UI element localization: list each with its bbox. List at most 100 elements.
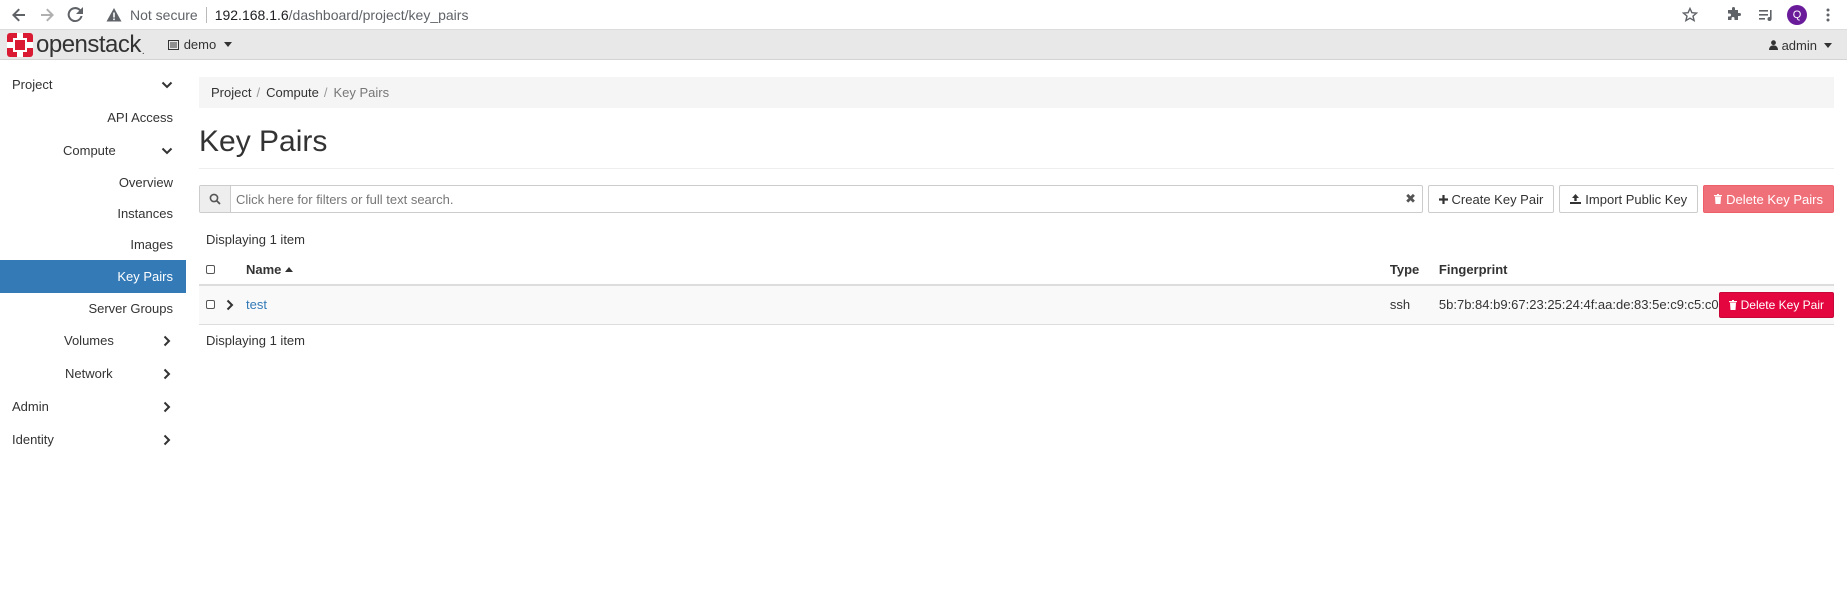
url-path: /dashboard/project/key_pairs [288,6,469,23]
import-public-key-button[interactable]: Import Public Key [1559,185,1699,213]
name-column-header[interactable]: Name [246,255,1390,286]
sidebar-item-project[interactable]: Project [0,68,186,101]
row-expand-cell [225,285,246,325]
name-header-label: Name [246,262,282,277]
sidebar-item-label: Network [65,366,113,381]
displaying-count-footer: Displaying 1 item [206,332,305,348]
search-input[interactable] [231,186,1400,212]
media-queue-icon[interactable] [1755,4,1777,26]
openstack-logo-icon [7,32,33,57]
chevron-right-icon[interactable] [225,299,235,311]
key-pairs-table: Name Type Fingerprint test ssh 5b:7b:84:… [199,255,1834,325]
row-type-cell: ssh [1389,285,1439,325]
sidebar-item-label: Admin [12,399,49,414]
star-icon[interactable] [1679,4,1701,26]
sidebar-item-compute[interactable]: Compute [0,134,186,167]
actions-column-header [1718,255,1834,286]
table-header-row: Name Type Fingerprint [199,255,1834,286]
fingerprint-header-label: Fingerprint [1438,262,1508,277]
main-content: Project / Compute / Key Pairs Key Pairs … [186,60,1847,607]
delete-key-pair-label: Delete Key Pair [1740,297,1824,312]
project-switcher[interactable]: demo [167,37,233,52]
sidebar-item-identity[interactable]: Identity [0,423,186,456]
sidebar-item-images[interactable]: Images [0,229,186,260]
caret-down-icon [224,42,233,47]
row-name-cell: test [246,285,1390,325]
type-header-label: Type [1389,262,1420,277]
create-key-pair-button[interactable]: Create Key Pair [1427,185,1555,213]
sidebar-item-server-groups[interactable]: Server Groups [0,293,186,324]
sidebar-item-overview[interactable]: Overview [0,167,186,198]
kebab-menu-icon[interactable] [1817,4,1839,26]
import-public-key-label: Import Public Key [1585,191,1688,207]
url-host: 192.168.1.6 [214,6,289,23]
app-header: openstack. demo admin [0,30,1847,60]
chevron-right-icon [163,368,171,379]
logo-dot: . [141,45,145,57]
row-fingerprint-cell: 5b:7b:84:b9:67:23:25:24:4f:aa:de:83:5e:c… [1438,285,1719,325]
trash-icon [1714,194,1723,204]
sidebar-item-label: Instances [117,206,173,221]
table-toolbar: ✖ Create Key Pair Import Public Key Dele… [199,185,1834,213]
sidebar-item-label: API Access [107,110,173,125]
chevron-right-icon [163,335,171,346]
sidebar-item-admin[interactable]: Admin [0,390,186,423]
breadcrumb-compute[interactable]: Compute [266,85,319,100]
sidebar-item-instances[interactable]: Instances [0,198,186,229]
security-label: Not secure [130,6,198,23]
extensions-icon[interactable] [1723,4,1745,26]
user-icon [1768,40,1778,50]
sidebar-item-label: Project [12,77,53,92]
sidebar-item-label: Key Pairs [117,269,173,284]
select-all-checkbox[interactable] [206,265,215,274]
type-column-header: Type [1389,255,1439,286]
browser-toolbar: Not secure 192.168.1.6/dashboard/project… [0,0,1847,30]
breadcrumb: Project / Compute / Key Pairs [199,77,1834,108]
delete-key-pairs-button[interactable]: Delete Key Pairs [1703,185,1834,213]
user-menu[interactable]: admin [1768,30,1832,60]
sidebar-item-key-pairs[interactable]: Key Pairs [0,260,186,293]
create-key-pair-label: Create Key Pair [1451,191,1544,207]
profile-avatar[interactable]: Q [1787,5,1807,25]
warning-icon [106,7,122,21]
chevron-down-icon [161,147,173,154]
delete-key-pairs-label: Delete Key Pairs [1726,191,1823,207]
sidebar-item-volumes[interactable]: Volumes [0,324,186,357]
chevron-down-icon [161,81,173,88]
search-icon [200,186,231,212]
sidebar-item-label: Compute [63,143,116,158]
row-select-cell [199,285,225,325]
sidebar-item-api-access[interactable]: API Access [0,101,186,134]
openstack-logo[interactable]: openstack. [7,30,145,58]
reload-button[interactable] [62,2,88,28]
key-pair-name-link[interactable]: test [246,297,267,312]
sidebar-item-label: Overview [118,175,173,190]
user-name: admin [1781,37,1817,53]
forward-button[interactable] [34,2,60,28]
back-button[interactable] [6,2,32,28]
caret-down-icon [1824,42,1832,48]
table-row: test ssh 5b:7b:84:b9:67:23:25:24:4f:aa:d… [199,285,1834,325]
chevron-right-icon [163,434,171,445]
project-icon [167,39,179,50]
page-title: Key Pairs [199,123,1834,169]
sidebar-item-label: Identity [12,432,54,447]
sidebar: Project API Access Compute Overview Inst… [0,60,186,607]
delete-key-pair-button[interactable]: Delete Key Pair [1718,291,1834,318]
breadcrumb-separator: / [323,85,328,100]
sidebar-item-network[interactable]: Network [0,357,186,390]
logo-text: openstack [36,30,141,58]
sidebar-item-label: Server Groups [88,301,173,316]
row-checkbox[interactable] [206,300,215,310]
search-group: ✖ [199,185,1423,213]
plus-icon [1438,194,1448,204]
breadcrumb-project[interactable]: Project [211,85,251,100]
address-bar[interactable]: Not secure 192.168.1.6/dashboard/project… [106,2,468,28]
sort-ascending-icon [285,267,294,272]
chevron-right-icon [163,401,171,412]
trash-icon [1728,299,1737,310]
project-name: demo [183,37,217,52]
fingerprint-column-header: Fingerprint [1438,255,1719,286]
clear-search-icon[interactable]: ✖ [1400,186,1422,212]
select-all-cell [199,255,225,286]
